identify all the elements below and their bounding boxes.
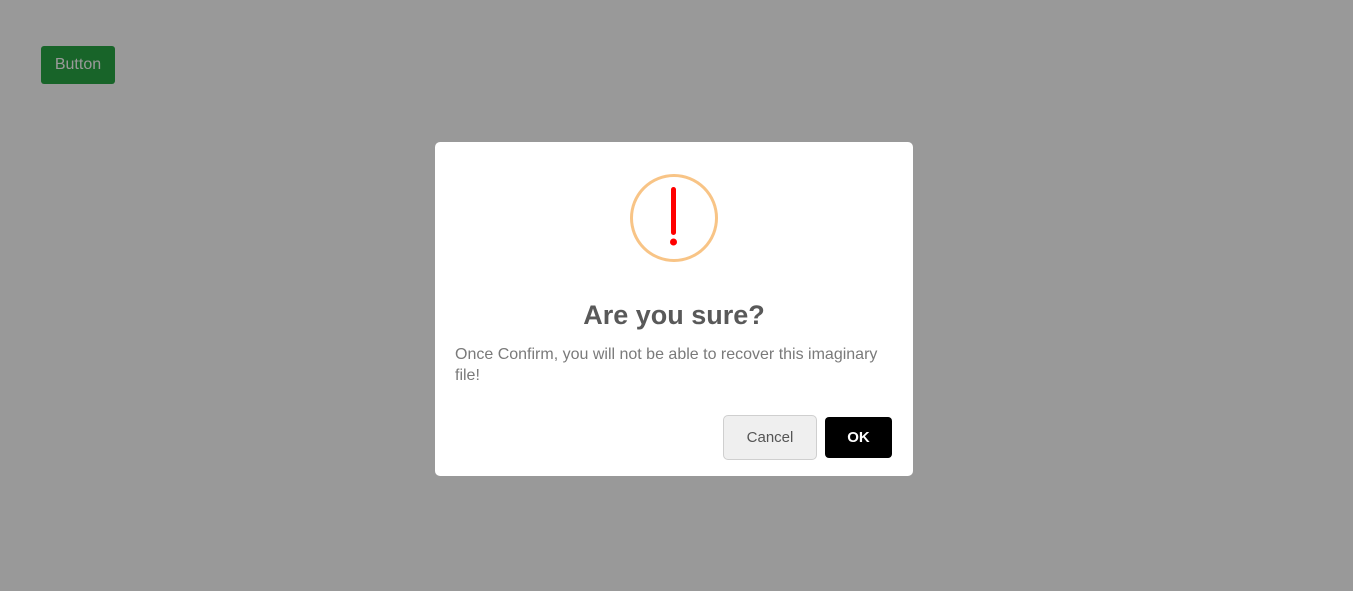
warning-exclamation-icon	[630, 174, 718, 262]
dialog-text: Once Confirm, you will not be able to re…	[455, 346, 878, 384]
dialog-title: Are you sure?	[583, 300, 765, 330]
warning-icon-dot	[670, 238, 677, 246]
cancel-button[interactable]: Cancel	[723, 415, 817, 460]
ok-button[interactable]: OK	[825, 417, 892, 458]
warning-icon-bar	[671, 187, 676, 235]
confirm-dialog: Are you sure? Once Confirm, you will not…	[435, 142, 913, 476]
